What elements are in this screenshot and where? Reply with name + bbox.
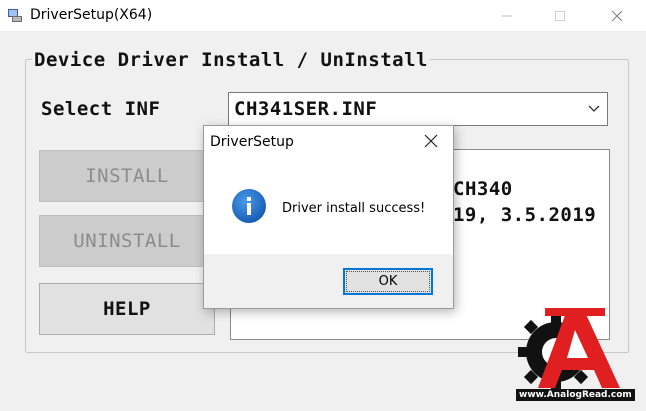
inf-select-value: CH341SER.INF — [234, 98, 378, 120]
maximize-icon — [555, 10, 565, 21]
help-button[interactable]: HELP — [39, 283, 215, 335]
driver-setup-window: DriverSetup(X64) Device Driver Install /… — [0, 0, 646, 411]
inf-select[interactable]: CH341SER.INF — [228, 92, 608, 126]
dialog-title: DriverSetup — [210, 134, 294, 150]
select-inf-label: Select INF — [41, 98, 161, 120]
dialog-footer: OK — [204, 254, 453, 308]
chevron-down-icon — [588, 105, 600, 112]
ok-button-label: OK — [378, 274, 398, 289]
minimize-button[interactable] — [484, 0, 530, 31]
install-button[interactable]: INSTALL — [39, 150, 215, 202]
dialog-message: Driver install success! — [282, 201, 426, 216]
driver-info-line-2: 019, 3.5.2019 — [441, 204, 597, 226]
close-button[interactable] — [594, 0, 640, 31]
uninstall-button[interactable]: UNINSTALL — [39, 215, 215, 267]
success-dialog: DriverSetup Driver install success! OK — [203, 125, 454, 309]
info-icon — [232, 189, 266, 223]
driver-info-line-1: CH340 — [453, 178, 513, 200]
groupbox-title: Device Driver Install / UnInstall — [32, 49, 430, 71]
minimize-icon — [502, 15, 512, 16]
app-icon — [8, 9, 22, 22]
ok-button[interactable]: OK — [343, 268, 433, 295]
close-icon[interactable] — [423, 133, 439, 149]
analogread-logo — [518, 308, 620, 390]
dialog-body: Driver install success! — [204, 158, 453, 254]
maximize-button[interactable] — [537, 0, 583, 31]
watermark-url: www.AnalogRead.com — [516, 389, 635, 401]
close-icon — [611, 10, 623, 21]
title-bar[interactable]: DriverSetup(X64) — [0, 0, 646, 31]
window-title: DriverSetup(X64) — [30, 7, 153, 23]
